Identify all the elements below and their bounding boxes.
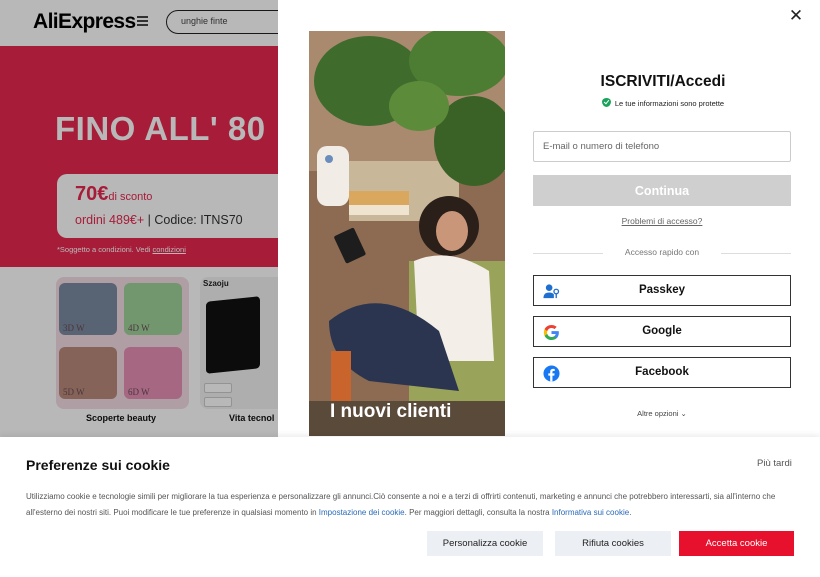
- cookie-title: Preferenze sui cookie: [26, 457, 170, 473]
- shield-icon: [601, 98, 611, 107]
- chevron-down-icon: ⌄: [680, 409, 687, 418]
- customize-cookies-button[interactable]: Personalizza cookie: [427, 531, 543, 556]
- cookie-settings-link[interactable]: Impostazione dei cookie: [319, 508, 405, 517]
- promo-image: I nuovi clienti: [309, 31, 505, 436]
- cookie-description: Utilizziamo cookie e tecnologie simili p…: [26, 492, 776, 517]
- later-button[interactable]: Più tardi: [757, 458, 792, 469]
- cookie-banner: Preferenze sui cookie Più tardi Utilizzi…: [0, 437, 820, 577]
- facebook-button[interactable]: Facebook: [533, 357, 791, 388]
- more-options-link[interactable]: Altre opzioni ⌄: [533, 409, 791, 418]
- refuse-cookies-button[interactable]: Rifiuta cookies: [555, 531, 671, 556]
- access-problems-link[interactable]: Problemi di accesso?: [533, 216, 791, 226]
- continue-button[interactable]: Continua: [533, 175, 791, 206]
- google-button[interactable]: Google: [533, 316, 791, 347]
- login-title: ISCRIVITI/Accedi: [600, 73, 726, 90]
- promo-text: I nuovi clienti: [330, 401, 452, 422]
- email-field[interactable]: [533, 131, 791, 162]
- passkey-button[interactable]: Passkey: [533, 275, 791, 306]
- cookie-policy-link[interactable]: Informativa sui cookie: [552, 508, 629, 517]
- secure-note: Le tue informazioni sono protette: [533, 98, 793, 108]
- accept-cookies-button[interactable]: Accetta cookie: [679, 531, 794, 556]
- promo-illustration: [309, 31, 505, 436]
- login-modal: ✕ I nuovi clienti ISCRIVITI/Accedi Le tu…: [278, 0, 820, 440]
- login-form: ISCRIVITI/Accedi Le tue informazioni son…: [533, 0, 793, 440]
- quick-access-divider: Accesso rapido con: [533, 247, 791, 259]
